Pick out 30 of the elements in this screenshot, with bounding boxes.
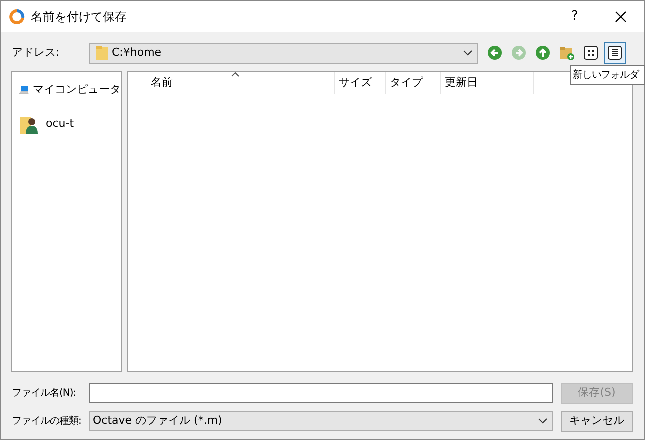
folder-icon: [96, 46, 108, 60]
place-item[interactable]: ocu-t: [46, 116, 74, 132]
column-header[interactable]: サイズ: [335, 72, 386, 94]
window-title: 名前を付けて保存: [31, 8, 127, 26]
arrow-left-icon: [487, 45, 503, 61]
place-item[interactable]: マイコンピュータ: [33, 82, 121, 98]
details-button[interactable]: [604, 42, 626, 64]
column-header[interactable]: タイプ: [386, 72, 441, 94]
grid-icon: [583, 45, 599, 61]
address-value: C:¥home: [112, 44, 163, 61]
address-dropdown[interactable]: C:¥home: [89, 42, 478, 64]
filetype-dropdown[interactable]: Octave のファイル (*.m): [89, 411, 553, 431]
arrow-right-icon: [511, 45, 527, 61]
app-logo-icon: [9, 8, 25, 24]
address-label: アドレス:: [12, 44, 61, 61]
help-button[interactable]: ?: [552, 1, 598, 32]
chevron-down-icon: [463, 50, 473, 56]
column-header[interactable]: 更新日: [441, 72, 534, 94]
list-icon: [607, 45, 623, 61]
filetype-value: Octave のファイル (*.m): [93, 412, 224, 429]
filetype-label: ファイルの種類:: [12, 414, 82, 428]
chevron-down-icon: [538, 418, 548, 424]
column-header[interactable]: 名前: [128, 72, 335, 94]
close-icon: [615, 10, 627, 22]
folder-plus-icon: [559, 45, 575, 61]
cancel-button[interactable]: キャンセル: [561, 410, 633, 432]
arrow-up-icon: [535, 45, 551, 61]
filename-label: ファイル名(N):: [12, 386, 78, 400]
filename-field[interactable]: [89, 383, 553, 403]
tooltip: 新しいフォルダ: [570, 65, 645, 85]
